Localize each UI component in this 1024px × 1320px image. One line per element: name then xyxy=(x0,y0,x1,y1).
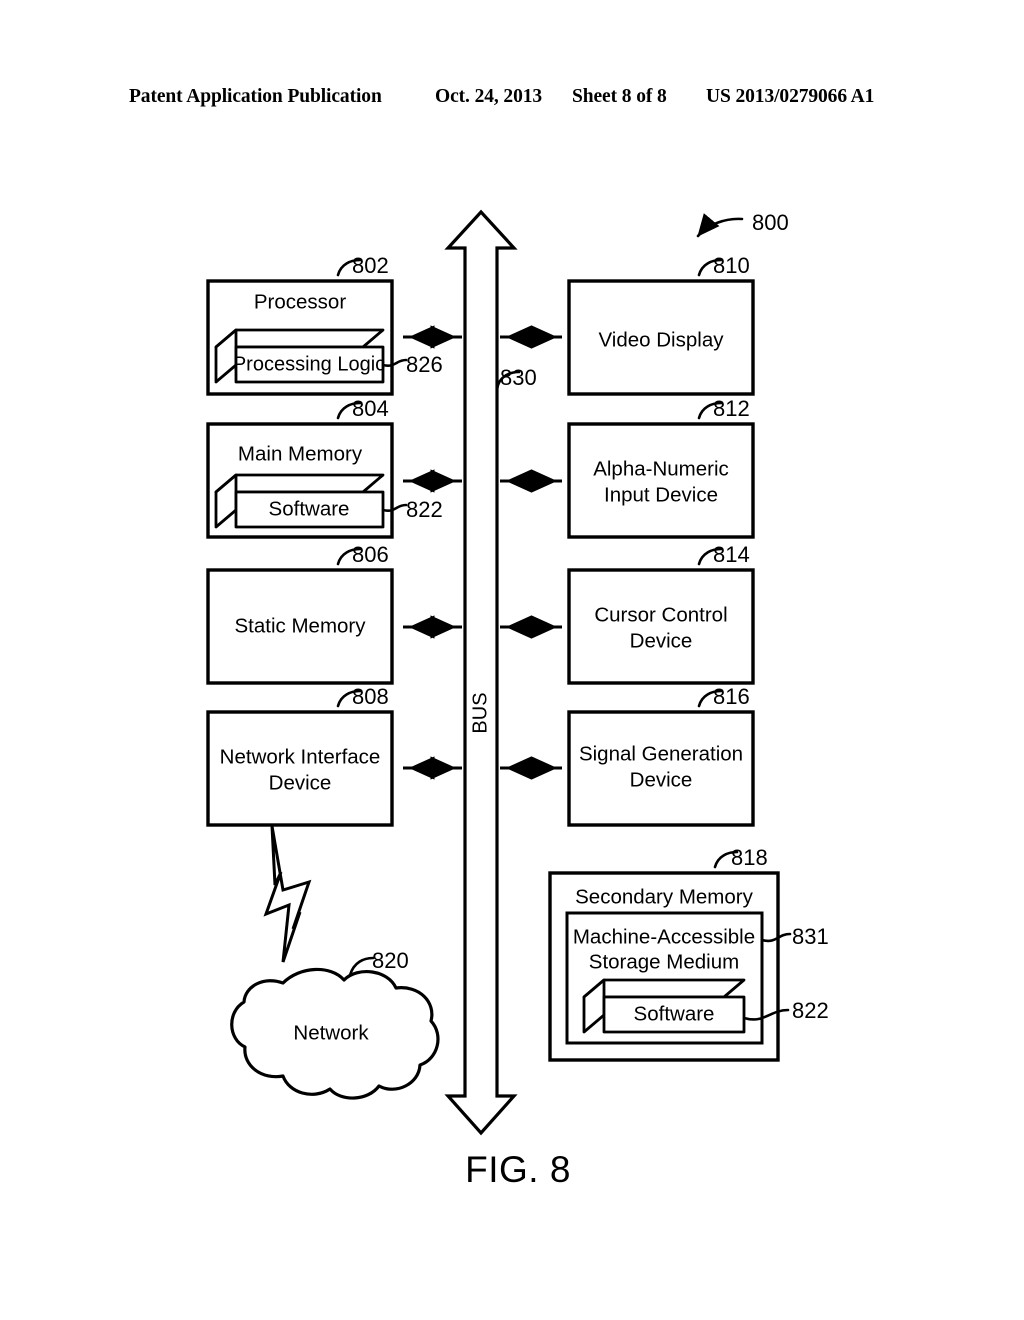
ref-label-818: 818 xyxy=(731,845,768,870)
block-secondary-memory[interactable]: Secondary Memory Machine-Accessible Stor… xyxy=(548,871,780,1062)
ref-label-820: 820 xyxy=(372,948,409,973)
network-cloud-label: Network xyxy=(293,1021,369,1044)
software-main-memory-label: Software xyxy=(269,497,350,520)
block-machine-accessible-storage-medium[interactable]: Machine-Accessible Storage Medium Softwa… xyxy=(565,911,764,1045)
block-video-display-label: Video Display xyxy=(599,328,725,351)
block-alpha-numeric-input-device-label-line1: Alpha-Numeric xyxy=(593,457,729,480)
block-alpha-numeric-input-device[interactable]: Alpha-Numeric Input Device xyxy=(567,422,755,539)
network-cloud[interactable]: Network xyxy=(230,967,440,1100)
block-cursor-control-device-label-line2: Device xyxy=(630,629,693,652)
bus-label: BUS xyxy=(469,692,491,733)
ref-label-808: 808 xyxy=(352,684,389,709)
ref-label-822-secondary-memory: 822 xyxy=(792,998,829,1023)
block-network-interface-device[interactable]: Network Interface Device xyxy=(206,710,394,827)
block-processor[interactable]: Processor Processing Logic xyxy=(206,279,394,396)
machine-accessible-storage-medium-label-line2: Storage Medium xyxy=(589,950,739,973)
block-signal-generation-device[interactable]: Signal Generation Device xyxy=(567,710,755,827)
ref-label-814: 814 xyxy=(713,542,750,567)
ref-label-810: 810 xyxy=(713,253,750,278)
ref-label-816: 816 xyxy=(713,684,750,709)
block-secondary-memory-label: Secondary Memory xyxy=(575,885,753,908)
system-ref-800-pointer xyxy=(696,213,744,238)
ref-label-806: 806 xyxy=(352,542,389,567)
block-main-memory-label: Main Memory xyxy=(238,442,363,465)
block-signal-generation-device-label-line2: Device xyxy=(630,768,693,791)
ref-label-822-main-memory: 822 xyxy=(406,497,443,522)
processing-logic-label: Processing Logic xyxy=(233,353,385,375)
block-static-memory[interactable]: Static Memory xyxy=(206,568,394,685)
block-cursor-control-device-label-line1: Cursor Control xyxy=(594,603,727,626)
block-alpha-numeric-input-device-label-line2: Input Device xyxy=(604,483,718,506)
block-processor-label: Processor xyxy=(254,290,346,313)
figure-8-diagram: 800 BUS 830 Processor Processing Logic 8… xyxy=(0,0,1024,1320)
block-network-interface-device-label-line1: Network Interface xyxy=(220,745,381,768)
bus-arrow xyxy=(444,209,518,1136)
block-signal-generation-device-label-line1: Signal Generation xyxy=(579,742,743,765)
ref-label-804: 804 xyxy=(352,396,389,421)
ref-label-800: 800 xyxy=(752,210,789,235)
machine-accessible-storage-medium-label-line1: Machine-Accessible xyxy=(573,925,755,948)
software-secondary-memory-label: Software xyxy=(634,1002,715,1025)
ref-label-802: 802 xyxy=(352,253,389,278)
lightning-bolt-icon xyxy=(263,825,312,963)
block-static-memory-label: Static Memory xyxy=(235,614,367,637)
figure-caption: FIG. 8 xyxy=(465,1149,571,1190)
ref-label-812: 812 xyxy=(713,396,750,421)
ref-label-830: 830 xyxy=(500,365,537,390)
block-network-interface-device-label-line2: Device xyxy=(269,771,332,794)
ref-label-831: 831 xyxy=(792,924,829,949)
ref-label-826: 826 xyxy=(406,352,443,377)
block-video-display[interactable]: Video Display xyxy=(567,279,755,396)
block-cursor-control-device[interactable]: Cursor Control Device xyxy=(567,568,755,685)
block-main-memory[interactable]: Main Memory Software xyxy=(206,422,394,539)
